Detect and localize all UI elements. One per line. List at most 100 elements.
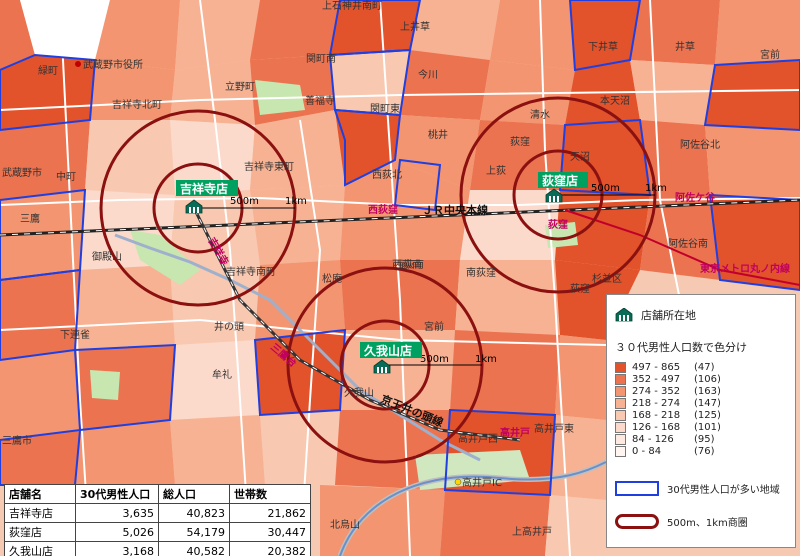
legend-count: (147) xyxy=(694,397,721,409)
area-label: 高井戸IC xyxy=(462,476,502,489)
cell-total-pop: 54,179 xyxy=(158,522,230,542)
cell-households: 20,382 xyxy=(229,541,311,556)
area-label: 緑町 xyxy=(38,64,58,77)
map-legend: 店舗所在地 ３０代男性人口数で色分け 497 - 865 (47) 352 - 4… xyxy=(606,294,796,548)
area-label: 立野町 xyxy=(225,80,255,93)
area-label: 久我山 xyxy=(344,387,374,399)
store-label: 久我山店 xyxy=(364,343,412,358)
legend-range: 168 - 218 xyxy=(632,409,681,421)
cell-male30s: 3,168 xyxy=(75,541,159,556)
area-label: 上高井戸 xyxy=(512,525,552,538)
area-label: 天沼 xyxy=(570,150,590,163)
area-label: 本天沼 xyxy=(600,94,630,107)
cell-total-pop: 40,582 xyxy=(158,541,230,556)
legend-classes: 497 - 865 (47) 352 - 497 (106) 274 - 352 (1… xyxy=(615,361,787,457)
legend-swatch xyxy=(615,433,626,445)
area-label: 牟礼 xyxy=(212,368,232,381)
area-label: 今川 xyxy=(418,68,438,81)
area-label: 宮前 xyxy=(424,320,444,333)
cell-male30s: 5,026 xyxy=(75,522,159,542)
legend-range: 497 - 865 xyxy=(632,361,681,373)
legend-count: (95) xyxy=(694,433,715,445)
legend-range: 218 - 274 xyxy=(632,397,681,409)
red-ring-swatch xyxy=(615,514,659,529)
area-label: 中町 xyxy=(56,170,76,183)
area-label: 上石神井南町 xyxy=(322,0,382,12)
legend-range: 274 - 352 xyxy=(632,385,681,397)
store-icon xyxy=(615,308,633,322)
legend-count: (47) xyxy=(694,361,715,373)
city-hall-marker xyxy=(75,61,81,67)
legend-swatch xyxy=(615,409,626,421)
blue-outline-swatch xyxy=(615,481,659,496)
legend-store-row: 店舗所在地 xyxy=(615,307,787,323)
area-label: 御殿山 xyxy=(92,250,122,263)
legend-range: 126 - 168 xyxy=(632,421,681,433)
distance-label: 1km xyxy=(475,354,497,365)
col-total-pop: 総人口 xyxy=(158,484,230,504)
area-label: 三鷹 xyxy=(20,212,40,225)
area-label: 高井戸西 xyxy=(458,432,498,445)
area-label: 西荻北 xyxy=(372,169,402,181)
table-header-row: 店舗名 30代男性人口 総人口 世帯数 xyxy=(4,484,311,504)
col-male30s: 30代男性人口 xyxy=(75,484,159,504)
area-label: 桃井 xyxy=(428,128,448,141)
col-households: 世帯数 xyxy=(229,484,311,504)
legend-swatch xyxy=(615,445,626,457)
legend-swatch xyxy=(615,373,626,385)
area-label: 吉祥寺北町 xyxy=(112,98,162,111)
legend-class: 497 - 865 (47) xyxy=(615,361,787,373)
legend-class: 274 - 352 (163) xyxy=(615,385,787,397)
area-label: 下連雀 xyxy=(60,328,90,341)
cell-male30s: 3,635 xyxy=(75,503,159,523)
table-row: 久我山店 3,168 40,582 20,382 xyxy=(4,541,311,556)
legend-class: 0 - 84 (76) xyxy=(615,445,787,457)
legend-range: 352 - 497 xyxy=(632,373,681,385)
rail-label: ＪＲ中央本線 xyxy=(422,203,488,217)
area-label: 荻窪 xyxy=(570,282,590,295)
table-row: 荻窪店 5,026 54,179 30,447 xyxy=(4,522,311,542)
legend-class: 218 - 274 (147) xyxy=(615,397,787,409)
area-label: 関町東 xyxy=(370,102,400,115)
legend-class: 126 - 168 (101) xyxy=(615,421,787,433)
map-stage: 500m 1km 500m 1km 500m 1km 上石神井南町 上井草 関町… xyxy=(0,0,800,556)
legend-range: 0 - 84 xyxy=(632,445,662,457)
area-label: 西荻南 xyxy=(392,258,422,271)
store-label: 吉祥寺店 xyxy=(180,181,228,196)
area-label: 宮前 xyxy=(760,48,780,61)
area-label: 上井草 xyxy=(400,20,430,33)
legend-red-row: 500m、1km商圏 xyxy=(615,514,787,529)
station-label: 西荻窪 xyxy=(368,203,398,216)
distance-label: 500m xyxy=(591,183,620,194)
area-label: 高井戸東 xyxy=(534,422,574,435)
area-label: 清水 xyxy=(530,108,550,121)
area-label: 北烏山 xyxy=(330,518,360,531)
distance-label: 1km xyxy=(285,196,307,207)
legend-swatch xyxy=(615,397,626,409)
area-label: 南荻窪 xyxy=(466,266,496,279)
distance-label: 1km xyxy=(645,183,667,194)
area-label: 吉祥寺東町 xyxy=(244,160,294,173)
area-label: 阿佐谷南 xyxy=(668,237,708,250)
interchange-marker xyxy=(454,478,462,486)
legend-count: (76) xyxy=(694,445,715,457)
station-label: 東京メトロ丸ノ内線 xyxy=(700,262,790,275)
legend-store-label: 店舗所在地 xyxy=(641,309,696,322)
cell-households: 21,862 xyxy=(229,503,311,523)
legend-swatch xyxy=(615,361,626,373)
area-label: 下井草 xyxy=(588,40,618,53)
legend-red-label: 500m、1km商圏 xyxy=(667,518,748,529)
cell-store-name: 吉祥寺店 xyxy=(4,503,76,523)
station-label: 荻窪 xyxy=(548,218,568,231)
area-label: 三鷹市 xyxy=(2,434,32,447)
legend-swatch xyxy=(615,385,626,397)
station-label: 阿佐ケ谷 xyxy=(675,191,716,204)
legend-count: (163) xyxy=(694,385,721,397)
area-label: 関町南 xyxy=(306,52,336,65)
distance-label: 500m xyxy=(420,354,449,365)
area-label: 善福寺 xyxy=(305,94,335,107)
legend-count: (125) xyxy=(694,409,721,421)
legend-class: 168 - 218 (125) xyxy=(615,409,787,421)
store-stats-table: 店舗名 30代男性人口 総人口 世帯数 吉祥寺店 3,635 40,823 21… xyxy=(4,484,311,556)
legend-class: 84 - 126 (95) xyxy=(615,433,787,445)
